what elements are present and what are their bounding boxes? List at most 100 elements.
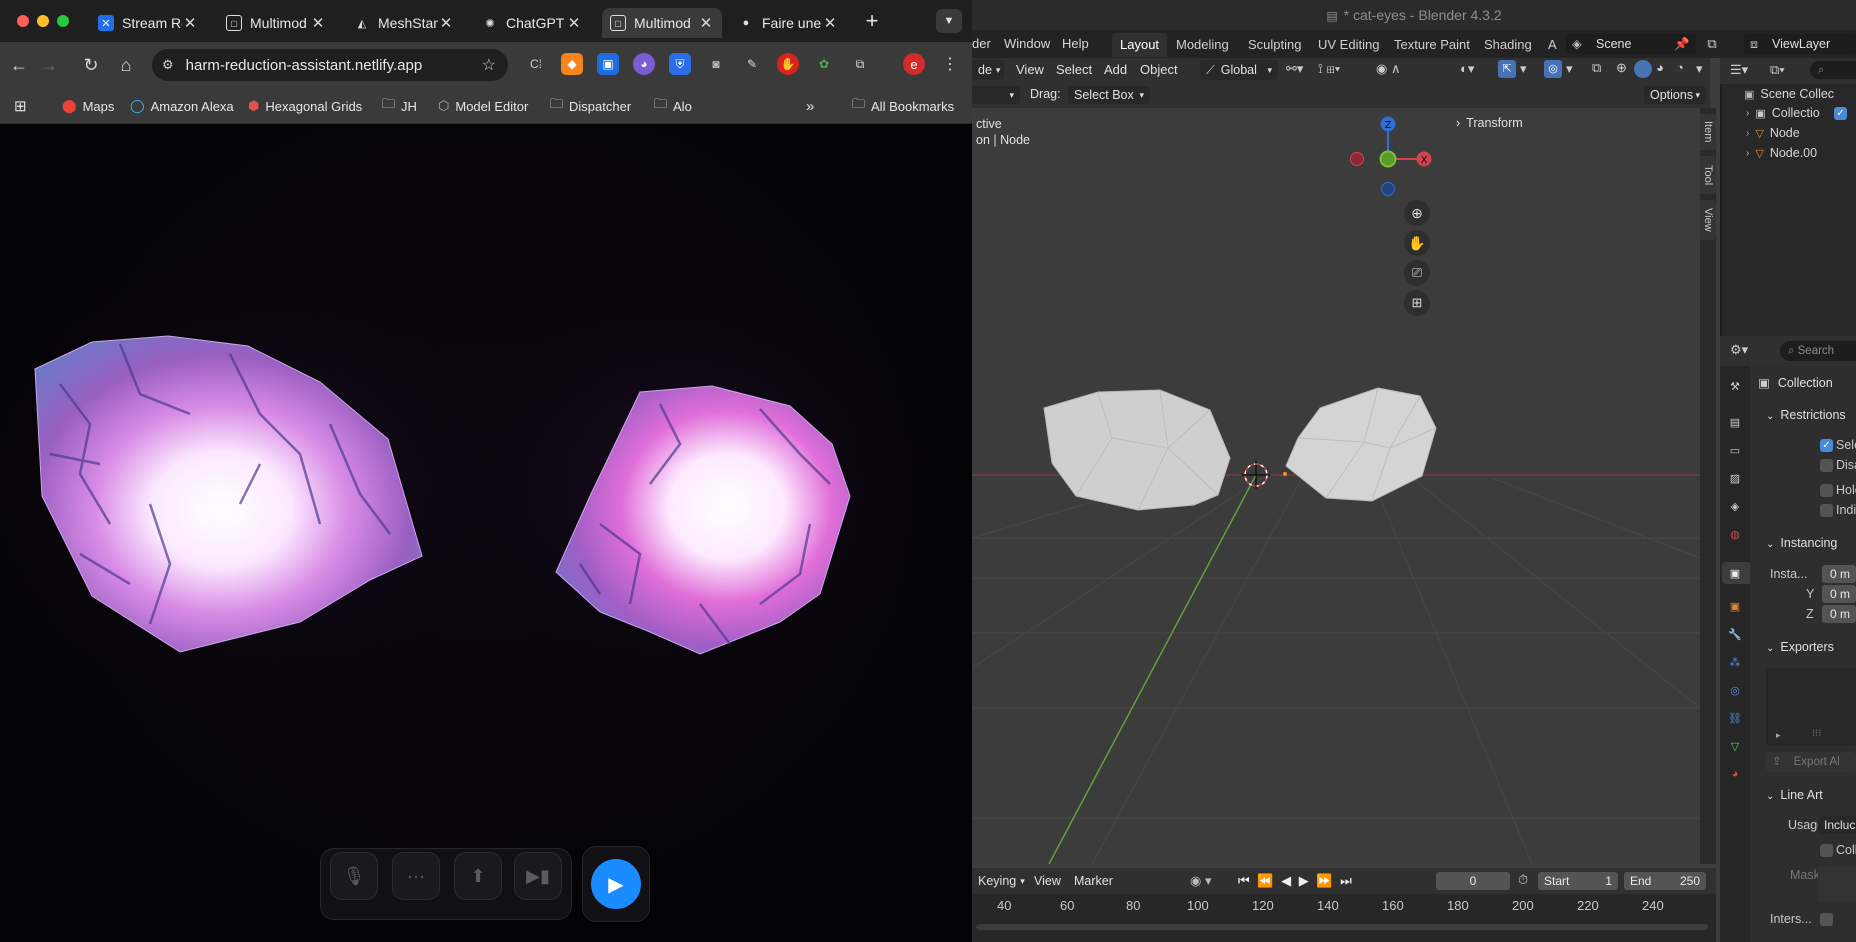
gizmo-toggle-icon[interactable]: ⇱	[1498, 60, 1516, 78]
tool-mode-dropdown[interactable]: ▾	[972, 86, 1020, 104]
camera-icon[interactable]: ◙	[705, 53, 727, 75]
export-all-button[interactable]: ⇪ Export Al	[1766, 752, 1856, 772]
tab-meshstan[interactable]: ◭ MeshStan ✕	[346, 8, 462, 38]
npanel-tab-item[interactable]: Item	[1700, 114, 1716, 150]
material-tab-icon[interactable]: ◕	[1727, 766, 1743, 782]
workspace-tab-shading[interactable]: Shading	[1476, 33, 1540, 57]
masks-grid[interactable]	[1818, 866, 1856, 902]
menu-help[interactable]: Help	[1062, 36, 1089, 51]
instance-offset-y-field[interactable]: 0 m	[1822, 585, 1856, 603]
back-button[interactable]: ←	[6, 52, 32, 78]
object-tab-icon[interactable]: ▣	[1727, 598, 1743, 614]
perspective-grid-icon[interactable]: ⊞	[1404, 290, 1430, 316]
usage-dropdown[interactable]: Incluc	[1818, 816, 1856, 834]
playback-controls[interactable]: ⏮ ⏪ ◀ ▶ ⏩ ⏭	[1238, 873, 1354, 889]
keying-dropdown[interactable]: Keying ▾	[972, 871, 1025, 891]
bookmark-hexagonal-grids[interactable]: ⬢ Hexagonal Grids	[248, 95, 362, 117]
home-button[interactable]: ⌂	[113, 52, 139, 78]
particles-tab-icon[interactable]: ⁂	[1727, 654, 1743, 670]
viewport-menu-select[interactable]: Select	[1056, 62, 1092, 77]
rendered-shading-icon[interactable]: ◔	[1676, 60, 1684, 75]
properties-search-input[interactable]: ⌕ Search	[1780, 341, 1856, 361]
workspace-tab-texture-paint[interactable]: Texture Paint	[1386, 33, 1478, 57]
render-tab-icon[interactable]: ▤	[1727, 414, 1743, 430]
outliner-row-scene-collection[interactable]: ▣ Scene Collec	[1744, 85, 1834, 103]
view-layer-tab-icon[interactable]: ▨	[1727, 470, 1743, 486]
ghost-icon[interactable]: ◕	[633, 53, 655, 75]
forward-button[interactable]: →	[36, 52, 62, 78]
workspace-tab-animation[interactable]: A	[1540, 33, 1565, 57]
close-tab-icon[interactable]: ✕	[310, 14, 326, 32]
new-tab-button[interactable]: +	[860, 9, 884, 33]
3d-viewport[interactable]	[972, 108, 1700, 864]
gizmo-neg-z-axis[interactable]	[1381, 182, 1395, 196]
instance-offset-z-field[interactable]: 0 m	[1822, 605, 1856, 623]
properties-editor-type-icon[interactable]: ⚙▾	[1730, 342, 1748, 358]
npanel-tab-tool[interactable]: Tool	[1700, 156, 1716, 194]
new-scene-icon[interactable]: ⧉	[1702, 34, 1722, 54]
outliner-row-collection[interactable]: › ▣ Collectio	[1746, 104, 1820, 122]
eyedropper-icon[interactable]: ✎	[741, 53, 763, 75]
expand-arrow-icon[interactable]: ›	[1746, 148, 1749, 159]
collection-mask-checkbox[interactable]	[1820, 844, 1833, 857]
workspace-tab-sculpting[interactable]: Sculpting	[1240, 33, 1309, 57]
restriction-disable-render-checkbox[interactable]	[1820, 459, 1833, 472]
end-frame-field[interactable]: End 250	[1624, 872, 1706, 890]
proportional-editing-icon[interactable]: ◉ ∧	[1376, 61, 1400, 77]
editor-type-icon[interactable]: ☰▾	[1730, 62, 1748, 78]
workspace-tab-layout[interactable]: Layout	[1112, 33, 1168, 57]
restriction-indirect-only-checkbox[interactable]	[1820, 504, 1833, 517]
profile-avatar[interactable]: e	[903, 53, 925, 75]
gizmo-dropdown-icon[interactable]: ▾	[1520, 61, 1527, 77]
section-restrictions[interactable]: ⌄ Restrictions	[1766, 408, 1846, 422]
close-tab-icon[interactable]: ✕	[822, 14, 838, 32]
wireframe-shading-icon[interactable]: ⊕	[1616, 60, 1627, 76]
scene-selector[interactable]: ◈ Scene 📌	[1566, 34, 1696, 54]
reload-button[interactable]: ↻	[78, 52, 104, 78]
start-frame-field[interactable]: Start 1	[1538, 872, 1618, 890]
modifier-wrench-icon[interactable]: 🔧	[1727, 626, 1743, 642]
instance-offset-x-field[interactable]: 0 m	[1822, 565, 1856, 583]
tab-search-button[interactable]: ▼	[936, 9, 962, 33]
address-bar[interactable]: ⚙ harm-reduction-assistant.netlify.app ☆	[152, 49, 508, 81]
section-line-art[interactable]: ⌄ Line Art	[1766, 788, 1823, 802]
close-tab-icon[interactable]: ✕	[698, 14, 714, 32]
menu-render[interactable]: der	[972, 36, 991, 51]
section-exporters[interactable]: ⌄ Exporters	[1766, 640, 1834, 654]
bookmark-star-icon[interactable]: ☆	[482, 55, 496, 75]
minimize-window-button[interactable]	[37, 15, 49, 27]
transform-orientation-dropdown[interactable]: ⟋ Global ▾	[1200, 60, 1278, 80]
outliner-search-input[interactable]: ⌕	[1810, 61, 1856, 79]
overlays-toggle-icon[interactable]: ◎	[1544, 60, 1562, 78]
gizmo-y-axis[interactable]	[1379, 150, 1397, 168]
current-frame-field[interactable]: 0	[1436, 872, 1510, 890]
npanel-tab-view[interactable]: View	[1700, 200, 1716, 240]
camera-button[interactable]: ▶▮	[514, 852, 562, 900]
section-instancing[interactable]: ⌄ Instancing	[1766, 536, 1837, 550]
bookmark-maps[interactable]: ⬤ Maps	[62, 95, 114, 117]
close-tab-icon[interactable]: ✕	[566, 14, 582, 32]
collection-visibility-checkbox[interactable]: ✓	[1834, 107, 1847, 120]
tool-tab-icon[interactable]: ⚒	[1727, 378, 1743, 394]
display-mode-icon[interactable]: ⧉▾	[1770, 62, 1785, 78]
view-layer-selector[interactable]: ⧈ ViewLayer	[1744, 34, 1856, 54]
stopwatch-icon[interactable]: ⏱	[1518, 872, 1528, 888]
scene-tab-icon[interactable]: ◈	[1727, 498, 1743, 514]
mode-dropdown[interactable]: de ▾	[972, 60, 1004, 80]
zoom-icon[interactable]: ⊕	[1404, 200, 1430, 226]
workspace-tab-modeling[interactable]: Modeling	[1168, 33, 1237, 57]
intersection-checkbox[interactable]	[1820, 913, 1833, 926]
extension-c-icon[interactable]: C⁞	[525, 53, 547, 75]
timeline-scrollbar[interactable]	[976, 924, 1708, 930]
visibility-icon[interactable]: ◐▾	[1460, 61, 1474, 77]
list-expand-icon[interactable]: ▸	[1776, 730, 1781, 741]
bookmark-folder-jh[interactable]: 🗀 JH	[382, 95, 417, 117]
physics-tab-icon[interactable]: ◎	[1727, 682, 1743, 698]
workspace-tab-uv-editing[interactable]: UV Editing	[1310, 33, 1387, 57]
timeline-ruler[interactable]	[972, 894, 1716, 942]
bookmark-folder-alo[interactable]: 🗀 Alo	[654, 95, 692, 117]
bookmark-model-editor[interactable]: ⬡ Model Editor	[438, 95, 528, 117]
viewport-menu-view[interactable]: View	[1016, 62, 1044, 77]
tab-chatgpt[interactable]: ✺ ChatGPT ✕	[474, 8, 590, 38]
close-window-button[interactable]	[17, 15, 29, 27]
